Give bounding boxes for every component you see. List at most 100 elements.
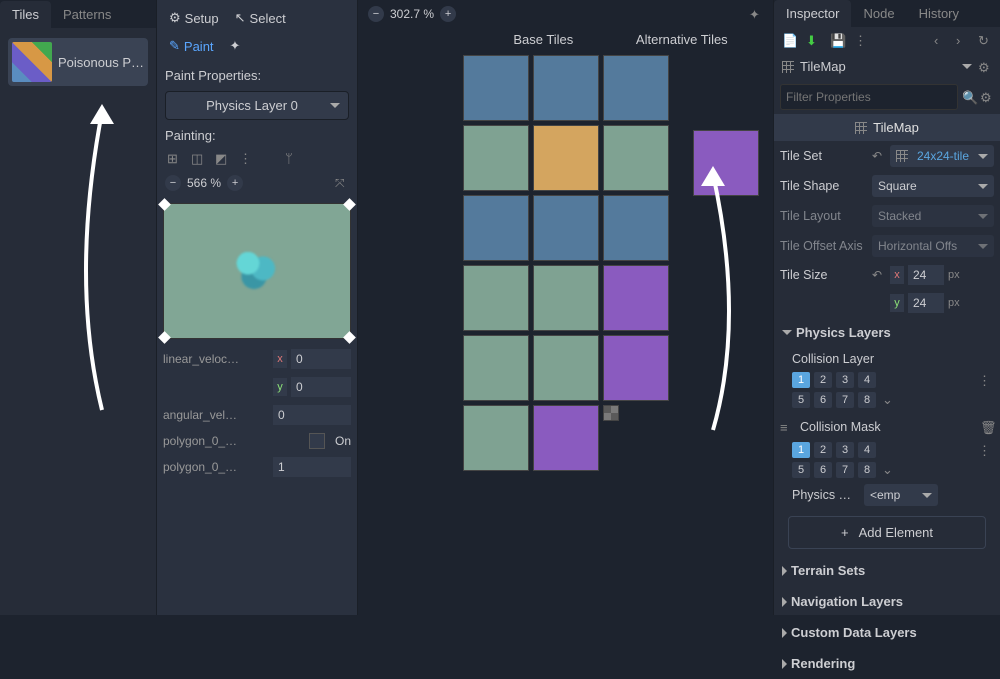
polygon-0-b-label: polygon_0_… [163, 460, 269, 474]
mask-bit-5[interactable]: 5 [792, 462, 810, 478]
collision-mask-label: Collision Mask [800, 416, 980, 438]
paint-properties-label: Paint Properties: [157, 64, 357, 87]
filter-properties-input[interactable] [780, 84, 958, 110]
chevron-down-icon[interactable] [962, 64, 972, 69]
zoom-value: 566 % [187, 176, 221, 190]
history-icon[interactable]: ↻ [978, 33, 992, 47]
mask-bit-4[interactable]: 4 [858, 442, 876, 458]
tab-node[interactable]: Node [851, 0, 906, 27]
tool-icon-4[interactable]: ᛘ [285, 151, 299, 165]
mask-bit-7[interactable]: 7 [836, 462, 854, 478]
tileset-label: Poisonous P… [58, 55, 144, 70]
tile-set-label: Tile Set [780, 149, 868, 163]
eyedropper-button[interactable]: ✦ [224, 34, 247, 58]
tile-set-value[interactable]: 24x24-tile [890, 145, 994, 167]
layer-bit-5[interactable]: 5 [792, 392, 810, 408]
center-view-icon[interactable]: ⤧ [335, 176, 349, 190]
layer-bit-7[interactable]: 7 [836, 392, 854, 408]
tab-tiles[interactable]: Tiles [0, 1, 51, 28]
layer-bit-2[interactable]: 2 [814, 372, 832, 388]
alt-tile-grid[interactable] [693, 130, 759, 196]
tilemap-icon [782, 61, 794, 73]
revert-icon[interactable]: ↶ [872, 268, 886, 282]
plus-icon: + [841, 525, 849, 540]
polygon-0-b-input[interactable] [273, 457, 351, 477]
more-icon[interactable]: ⋮ [854, 33, 868, 47]
inspector-object-name: TileMap [800, 59, 956, 74]
annotation-arrow-left [52, 100, 152, 420]
fold-custom-data-layers[interactable]: Custom Data Layers [774, 617, 1000, 648]
tile-preview[interactable] [163, 203, 351, 339]
fold-navigation-layers[interactable]: Navigation Layers [774, 586, 1000, 617]
tile-shape-select[interactable]: Square [872, 175, 994, 197]
mask-bit-3[interactable]: 3 [836, 442, 854, 458]
new-resource-icon[interactable]: 📄 [782, 33, 796, 47]
layer-bit-1[interactable]: 1 [792, 372, 810, 388]
zoom-out-button[interactable]: − [165, 175, 181, 191]
tool-icon-2[interactable]: ◫ [191, 151, 205, 165]
center-zoom-value: 302.7 % [390, 7, 434, 21]
delete-icon[interactable]: 🗑 [980, 420, 994, 434]
section-tilemap: TileMap [774, 114, 1000, 141]
filter-settings-icon[interactable]: ⚙ [980, 90, 994, 104]
load-resource-icon[interactable]: ⬇ [806, 33, 820, 47]
more-icon[interactable]: ⋮ [978, 443, 992, 457]
zoom-in-button[interactable]: + [227, 175, 243, 191]
physics-material-label: Physics … [792, 488, 860, 502]
tile-size-x[interactable] [908, 265, 944, 285]
linear-velocity-x[interactable] [291, 349, 351, 369]
base-tiles-label: Base Tiles [513, 32, 573, 47]
scatter-icon[interactable]: ✦ [749, 7, 763, 21]
tab-inspector[interactable]: Inspector [774, 0, 851, 27]
angular-velocity-input[interactable] [273, 405, 351, 425]
more-icon[interactable]: ⋮ [978, 373, 992, 387]
mask-bit-6[interactable]: 6 [814, 462, 832, 478]
alt-tiles-label: Alternative Tiles [636, 32, 728, 47]
tool-icon-1[interactable]: ⊞ [167, 151, 181, 165]
paint-button[interactable]: ✎Paint [163, 34, 220, 58]
save-icon[interactable]: 💾 [830, 33, 844, 47]
revert-icon[interactable]: ↶ [872, 149, 886, 163]
fold-rendering[interactable]: Rendering [774, 648, 1000, 679]
tileset-item[interactable]: Poisonous P… [8, 38, 148, 86]
more-icon[interactable]: ⋮ [239, 151, 253, 165]
fold-physics-layers[interactable]: Physics Layers [774, 317, 1000, 348]
tile-offset-label: Tile Offset Axis [780, 239, 868, 253]
tile-layout-label: Tile Layout [780, 209, 868, 223]
base-tile-grid[interactable] [463, 55, 669, 471]
sliders-icon: ⚙ [169, 10, 181, 26]
layer-bit-8[interactable]: 8 [858, 392, 876, 408]
tool-icon-3[interactable]: ◩ [215, 151, 229, 165]
forward-icon[interactable]: › [956, 33, 970, 47]
tile-layout-select: Stacked [872, 205, 994, 227]
mask-bit-8[interactable]: 8 [858, 462, 876, 478]
layer-select[interactable]: Physics Layer 0 [165, 91, 349, 120]
add-element-button[interactable]: +Add Element [788, 516, 986, 549]
eyedropper-icon: ✦ [230, 38, 241, 54]
physics-material-select[interactable]: <emp [864, 484, 938, 506]
search-icon[interactable]: 🔍 [962, 90, 976, 104]
center-zoom-in[interactable]: + [440, 6, 456, 22]
mask-bit-2[interactable]: 2 [814, 442, 832, 458]
extra-icon[interactable]: ⚙ [978, 60, 992, 74]
tab-history[interactable]: History [907, 0, 971, 27]
mask-bit-1[interactable]: 1 [792, 442, 810, 458]
polygon-0-a-checkbox[interactable] [309, 433, 325, 449]
back-icon[interactable]: ‹ [934, 33, 948, 47]
tile-size-y[interactable] [908, 293, 944, 313]
layer-bit-3[interactable]: 3 [836, 372, 854, 388]
center-zoom-out[interactable]: − [368, 6, 384, 22]
chevron-down-icon [330, 103, 340, 108]
tab-patterns[interactable]: Patterns [51, 1, 123, 28]
fold-terrain-sets[interactable]: Terrain Sets [774, 555, 1000, 586]
linear-velocity-y[interactable] [291, 377, 351, 397]
tileset-thumbnail [12, 42, 52, 82]
setup-button[interactable]: ⚙Setup [163, 6, 225, 30]
select-button[interactable]: ↖Select [229, 6, 292, 30]
drag-handle-icon[interactable]: ≡ [780, 420, 794, 434]
cursor-icon: ↖ [235, 10, 246, 26]
layer-bit-4[interactable]: 4 [858, 372, 876, 388]
layer-bit-6[interactable]: 6 [814, 392, 832, 408]
annotation-arrow-right [689, 160, 769, 440]
pencil-icon: ✎ [169, 38, 180, 54]
